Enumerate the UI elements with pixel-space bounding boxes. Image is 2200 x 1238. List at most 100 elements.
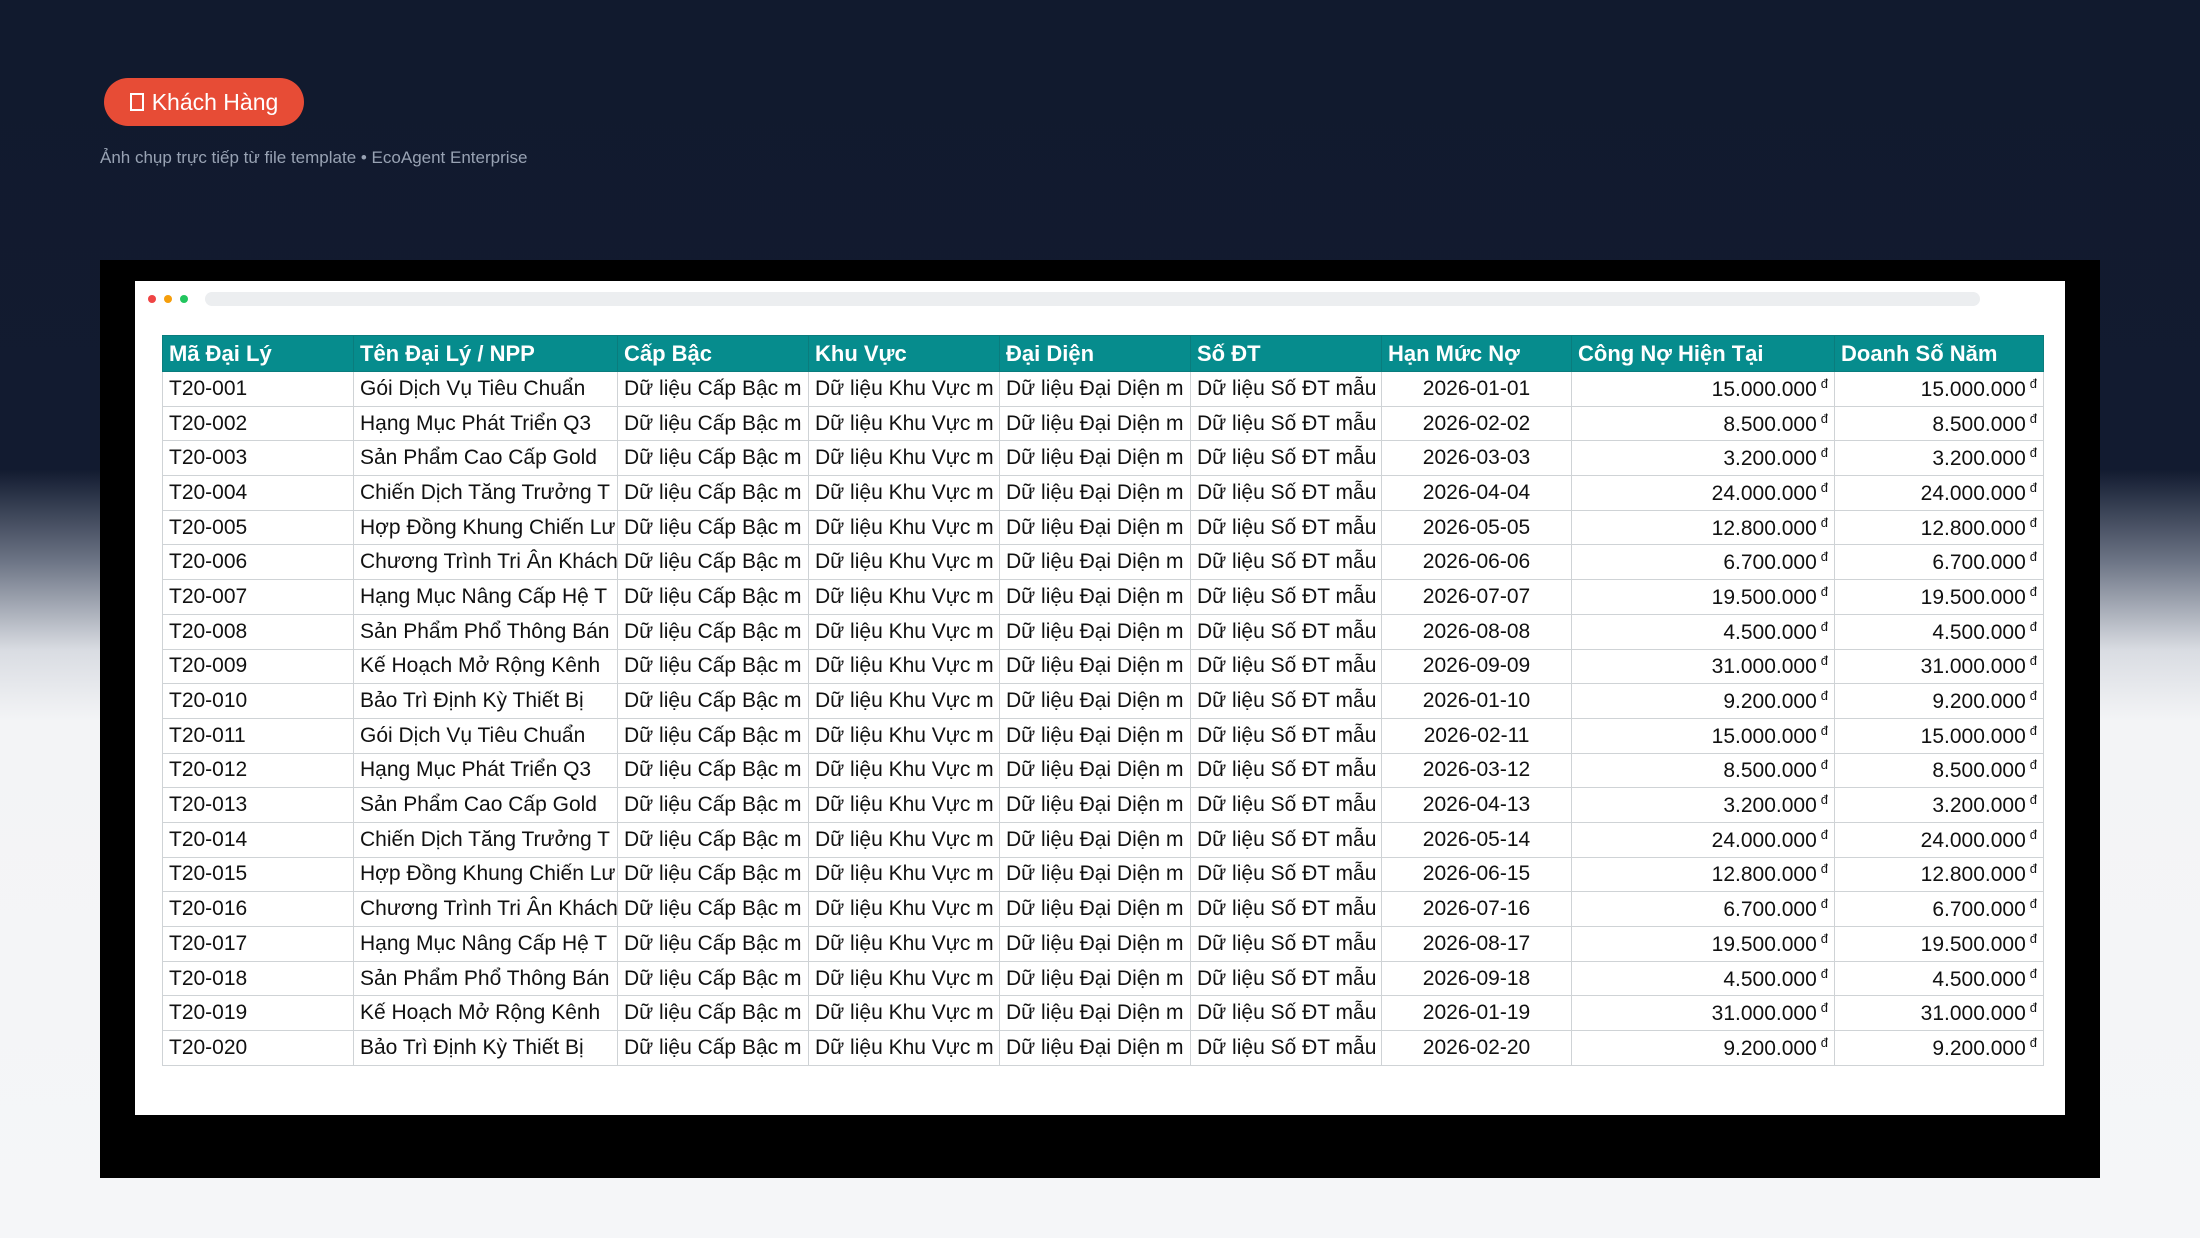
phone-cell[interactable]: Dữ liệu Số ĐT mẫu — [1190, 960, 1382, 997]
dealer-name-cell[interactable]: Kế Hoạch Mở Rộng Kênh — [353, 995, 618, 1032]
table-row[interactable]: T20-002 Hạng Mục Phát Triển Q3 Dữ liệu Cấp… — [162, 405, 2044, 442]
table-row[interactable]: T20-009 Kế Hoạch Mở Rộng Kênh Dữ liệu Cấp … — [162, 648, 2044, 685]
address-bar[interactable] — [205, 292, 1980, 306]
dealer-code-cell[interactable]: T20-019 — [162, 995, 354, 1032]
table-row[interactable]: T20-016 Chương Trình Tri Ân Khách Dữ liệu … — [162, 891, 2044, 927]
region-cell[interactable]: Dữ liệu Khu Vực m — [808, 995, 1000, 1032]
tier-cell[interactable]: Dữ liệu Cấp Bậc m — [617, 926, 809, 962]
dealer-name-cell[interactable]: Chiến Dịch Tăng Trưởng T — [353, 821, 618, 858]
region-cell[interactable]: Dữ liệu Khu Vực m — [808, 440, 1000, 477]
dealer-name-cell[interactable]: Bảo Trì Định Kỳ Thiết Bị — [353, 683, 618, 719]
dealer-name-cell[interactable]: Chương Trình Tri Ân Khách — [353, 544, 618, 581]
dealer-name-cell[interactable]: Hạng Mục Nâng Cấp Hệ T — [353, 579, 618, 615]
current-debt-cell[interactable]: 4.500.000 đ — [1571, 960, 1835, 997]
annual-sales-cell[interactable]: 9.200.000 đ — [1834, 683, 2044, 719]
dealer-code-cell[interactable]: T20-003 — [162, 440, 354, 477]
column-header[interactable]: Tên Đại Lý / NPP — [353, 335, 618, 372]
annual-sales-cell[interactable]: 19.500.000 đ — [1834, 926, 2044, 962]
dealer-name-cell[interactable]: Sản Phẩm Cao Cấp Gold — [353, 787, 618, 823]
column-header[interactable]: Hạn Mức Nợ — [1381, 335, 1572, 372]
current-debt-cell[interactable]: 4.500.000 đ — [1571, 613, 1835, 650]
current-debt-cell[interactable]: 31.000.000 đ — [1571, 995, 1835, 1032]
debt-limit-cell[interactable]: 2026-04-04 — [1381, 475, 1572, 511]
annual-sales-cell[interactable]: 3.200.000 đ — [1834, 440, 2044, 477]
current-debt-cell[interactable]: 8.500.000 đ — [1571, 752, 1835, 789]
representative-cell[interactable]: Dữ liệu Đại Diện m — [999, 752, 1191, 789]
column-header[interactable]: Cấp Bậc — [617, 335, 809, 372]
table-row[interactable]: T20-014 Chiến Dịch Tăng Trưởng T Dữ liệu C… — [162, 821, 2044, 858]
current-debt-cell[interactable]: 12.800.000 đ — [1571, 509, 1835, 546]
phone-cell[interactable]: Dữ liệu Số ĐT mẫu — [1190, 717, 1382, 754]
region-cell[interactable]: Dữ liệu Khu Vực m — [808, 613, 1000, 650]
debt-limit-cell[interactable]: 2026-05-05 — [1381, 509, 1572, 546]
tier-cell[interactable]: Dữ liệu Cấp Bậc m — [617, 405, 809, 442]
minimize-dot[interactable] — [164, 295, 172, 303]
column-header[interactable]: Đại Diện — [999, 335, 1191, 372]
phone-cell[interactable]: Dữ liệu Số ĐT mẫu — [1190, 995, 1382, 1032]
annual-sales-cell[interactable]: 6.700.000 đ — [1834, 544, 2044, 581]
debt-limit-cell[interactable]: 2026-01-10 — [1381, 683, 1572, 719]
dealer-code-cell[interactable]: T20-012 — [162, 752, 354, 789]
debt-limit-cell[interactable]: 2026-02-11 — [1381, 717, 1572, 754]
dealer-code-cell[interactable]: T20-007 — [162, 579, 354, 615]
phone-cell[interactable]: Dữ liệu Số ĐT mẫu — [1190, 926, 1382, 962]
tier-cell[interactable]: Dữ liệu Cấp Bậc m — [617, 440, 809, 477]
region-cell[interactable]: Dữ liệu Khu Vực m — [808, 891, 1000, 927]
dealer-name-cell[interactable]: Chương Trình Tri Ân Khách — [353, 891, 618, 927]
tier-cell[interactable]: Dữ liệu Cấp Bậc m — [617, 509, 809, 546]
tier-cell[interactable]: Dữ liệu Cấp Bậc m — [617, 752, 809, 789]
dealer-name-cell[interactable]: Hạng Mục Phát Triển Q3 — [353, 405, 618, 442]
region-cell[interactable]: Dữ liệu Khu Vực m — [808, 787, 1000, 823]
representative-cell[interactable]: Dữ liệu Đại Diện m — [999, 475, 1191, 511]
representative-cell[interactable]: Dữ liệu Đại Diện m — [999, 926, 1191, 962]
annual-sales-cell[interactable]: 4.500.000 đ — [1834, 960, 2044, 997]
region-cell[interactable]: Dữ liệu Khu Vực m — [808, 579, 1000, 615]
dealer-code-cell[interactable]: T20-018 — [162, 960, 354, 997]
phone-cell[interactable]: Dữ liệu Số ĐT mẫu — [1190, 1030, 1382, 1066]
dealer-code-cell[interactable]: T20-016 — [162, 891, 354, 927]
debt-limit-cell[interactable]: 2026-03-03 — [1381, 440, 1572, 477]
representative-cell[interactable]: Dữ liệu Đại Diện m — [999, 1030, 1191, 1066]
maximize-dot[interactable] — [180, 295, 188, 303]
dealer-code-cell[interactable]: T20-013 — [162, 787, 354, 823]
debt-limit-cell[interactable]: 2026-08-17 — [1381, 926, 1572, 962]
table-row[interactable]: T20-019 Kế Hoạch Mở Rộng Kênh Dữ liệu Cấp … — [162, 995, 2044, 1032]
tier-cell[interactable]: Dữ liệu Cấp Bậc m — [617, 960, 809, 997]
tier-cell[interactable]: Dữ liệu Cấp Bậc m — [617, 544, 809, 581]
dealer-name-cell[interactable]: Bảo Trì Định Kỳ Thiết Bị — [353, 1030, 618, 1066]
dealer-code-cell[interactable]: T20-004 — [162, 475, 354, 511]
current-debt-cell[interactable]: 24.000.000 đ — [1571, 475, 1835, 511]
representative-cell[interactable]: Dữ liệu Đại Diện m — [999, 405, 1191, 442]
annual-sales-cell[interactable]: 6.700.000 đ — [1834, 891, 2044, 927]
phone-cell[interactable]: Dữ liệu Số ĐT mẫu — [1190, 371, 1382, 407]
current-debt-cell[interactable]: 15.000.000 đ — [1571, 371, 1835, 407]
dealer-code-cell[interactable]: T20-011 — [162, 717, 354, 754]
table-row[interactable]: T20-011 Gói Dịch Vụ Tiêu Chuẩn Dữ liệu Cấp… — [162, 717, 2044, 754]
current-debt-cell[interactable]: 6.700.000 đ — [1571, 544, 1835, 581]
table-row[interactable]: T20-008 Sản Phẩm Phổ Thông Bán Dữ liệu Cấp… — [162, 613, 2044, 650]
annual-sales-cell[interactable]: 24.000.000 đ — [1834, 475, 2044, 511]
debt-limit-cell[interactable]: 2026-06-06 — [1381, 544, 1572, 581]
dealer-name-cell[interactable]: Hợp Đồng Khung Chiến Lư — [353, 509, 618, 546]
annual-sales-cell[interactable]: 8.500.000 đ — [1834, 405, 2044, 442]
annual-sales-cell[interactable]: 12.800.000 đ — [1834, 856, 2044, 893]
dealer-code-cell[interactable]: T20-014 — [162, 821, 354, 858]
tier-cell[interactable]: Dữ liệu Cấp Bậc m — [617, 717, 809, 754]
table-row[interactable]: T20-020 Bảo Trì Định Kỳ Thiết Bị Dữ liệu C… — [162, 1030, 2044, 1066]
representative-cell[interactable]: Dữ liệu Đại Diện m — [999, 613, 1191, 650]
region-cell[interactable]: Dữ liệu Khu Vực m — [808, 475, 1000, 511]
representative-cell[interactable]: Dữ liệu Đại Diện m — [999, 648, 1191, 685]
annual-sales-cell[interactable]: 3.200.000 đ — [1834, 787, 2044, 823]
phone-cell[interactable]: Dữ liệu Số ĐT mẫu — [1190, 821, 1382, 858]
phone-cell[interactable]: Dữ liệu Số ĐT mẫu — [1190, 648, 1382, 685]
tier-cell[interactable]: Dữ liệu Cấp Bậc m — [617, 891, 809, 927]
tier-cell[interactable]: Dữ liệu Cấp Bậc m — [617, 856, 809, 893]
annual-sales-cell[interactable]: 15.000.000 đ — [1834, 371, 2044, 407]
region-cell[interactable]: Dữ liệu Khu Vực m — [808, 371, 1000, 407]
phone-cell[interactable]: Dữ liệu Số ĐT mẫu — [1190, 440, 1382, 477]
region-cell[interactable]: Dữ liệu Khu Vực m — [808, 509, 1000, 546]
table-row[interactable]: T20-005 Hợp Đồng Khung Chiến Lư Dữ liệu Cấ… — [162, 509, 2044, 546]
tier-cell[interactable]: Dữ liệu Cấp Bậc m — [617, 613, 809, 650]
tier-cell[interactable]: Dữ liệu Cấp Bậc m — [617, 475, 809, 511]
phone-cell[interactable]: Dữ liệu Số ĐT mẫu — [1190, 787, 1382, 823]
